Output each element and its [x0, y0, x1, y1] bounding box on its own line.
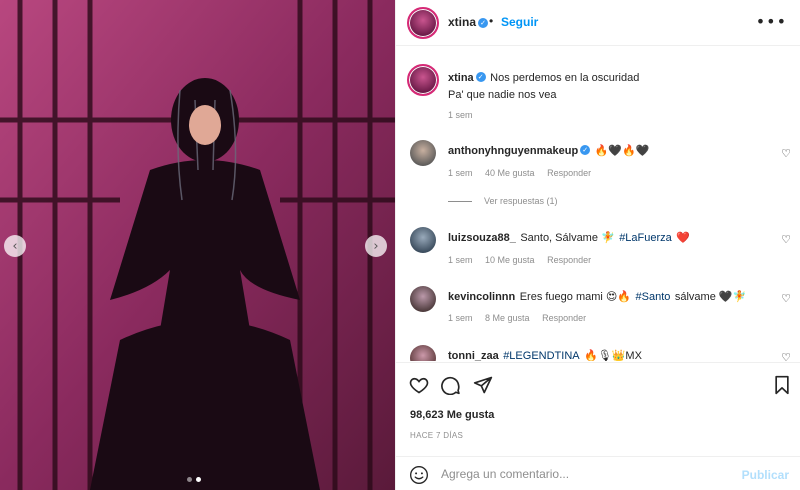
comment-text: 🔥🖤🔥🖤: [594, 145, 650, 157]
comment-likes[interactable]: 40 Me gusta: [485, 168, 535, 178]
like-comment-icon[interactable]: ♡: [781, 147, 791, 160]
comment-username[interactable]: anthonyhnguyenmakeup: [448, 145, 578, 157]
comment-bubble-icon[interactable]: [441, 375, 461, 395]
carousel-indicator: [187, 477, 201, 482]
comment-username[interactable]: kevincolinnn: [448, 291, 515, 303]
reply-button[interactable]: Responder: [547, 255, 591, 265]
hashtag-link[interactable]: #LaFuerza: [619, 232, 672, 244]
comment-input[interactable]: [441, 465, 731, 483]
comment-likes[interactable]: 10 Me gusta: [485, 255, 535, 265]
reply-button[interactable]: Responder: [547, 168, 591, 178]
share-send-icon[interactable]: [473, 375, 493, 395]
chevron-left-icon: ‹: [12, 238, 18, 254]
hashtag-link[interactable]: #Santo: [636, 291, 671, 303]
caption-line2: Pa' que nadie nos vea: [448, 89, 557, 101]
comment-time[interactable]: 1 sem: [448, 255, 473, 265]
author-username-text[interactable]: xtina: [448, 15, 476, 29]
commenter-avatar[interactable]: [410, 345, 436, 361]
separator: •: [489, 14, 494, 28]
hashtag-link[interactable]: #LEGENDTINA: [503, 350, 579, 361]
author-avatar[interactable]: [407, 7, 439, 39]
like-comment-icon[interactable]: ♡: [781, 233, 791, 246]
post-actions: 98,623 Me gusta HACE 7 DÍAS: [396, 362, 800, 452]
comment-text-end: ❤️: [676, 232, 690, 244]
more-options-icon[interactable]: •••: [756, 12, 787, 31]
comments-list[interactable]: xtina ✓ Nos perdemos en la oscuridad Pa' …: [396, 47, 800, 361]
view-replies[interactable]: Ver respuestas (1): [448, 196, 558, 206]
emoji-picker-icon[interactable]: [409, 465, 429, 485]
publish-button[interactable]: Publicar: [742, 468, 789, 482]
verified-badge-icon: ✓: [478, 17, 489, 28]
like-comment-icon[interactable]: ♡: [781, 292, 791, 305]
commenter-avatar[interactable]: [410, 140, 436, 166]
commenter-avatar[interactable]: [410, 286, 436, 312]
photo-illustration: [0, 0, 395, 490]
view-replies-label[interactable]: Ver respuestas (1): [484, 196, 558, 206]
verified-badge-icon: ✓: [580, 144, 591, 155]
add-comment-bar: Publicar: [396, 456, 800, 490]
post-header: xtina ✓ • Seguir •••: [396, 0, 800, 46]
like-comment-icon[interactable]: ♡: [781, 351, 791, 361]
caption-line1: Nos perdemos en la oscuridad: [490, 72, 640, 84]
comment-username[interactable]: tonni_zaa: [448, 350, 499, 361]
post-photo[interactable]: ‹ ›: [0, 0, 395, 490]
post-date[interactable]: HACE 7 DÍAS: [410, 431, 463, 440]
follow-button[interactable]: Seguir: [501, 15, 538, 29]
verified-badge-icon: ✓: [475, 71, 486, 82]
comment-time[interactable]: 1 sem: [448, 313, 473, 323]
comment-username[interactable]: luizsouza88_: [448, 232, 516, 244]
author-username[interactable]: xtina ✓: [448, 15, 489, 29]
comment-text-end: sálvame 🖤🧚: [674, 291, 747, 303]
reply-button[interactable]: Responder: [542, 313, 586, 323]
caption-avatar[interactable]: [407, 64, 439, 96]
commenter-avatar[interactable]: [410, 227, 436, 253]
carousel-dot: [187, 477, 192, 482]
comment-text: Eres fuego mami 😍🔥: [519, 291, 632, 303]
save-bookmark-icon[interactable]: [773, 375, 791, 395]
comment-likes[interactable]: 8 Me gusta: [485, 313, 530, 323]
chevron-right-icon: ›: [373, 238, 379, 254]
like-heart-icon[interactable]: [409, 375, 429, 395]
comment-text-end: 🔥🎙👑MX: [584, 350, 642, 361]
comment-text: Santo, Sálvame 🧚: [520, 232, 615, 244]
post-details-panel: xtina ✓ • Seguir ••• xtina ✓ Nos perdemos …: [395, 0, 800, 490]
caption-time[interactable]: 1 sem: [448, 110, 473, 120]
likes-count[interactable]: 98,623 Me gusta: [410, 409, 494, 421]
carousel-dot-active: [196, 477, 201, 482]
carousel-next-button[interactable]: ›: [365, 235, 387, 257]
comment-time[interactable]: 1 sem: [448, 168, 473, 178]
caption-username[interactable]: xtina: [448, 72, 474, 84]
carousel-prev-button[interactable]: ‹: [4, 235, 26, 257]
